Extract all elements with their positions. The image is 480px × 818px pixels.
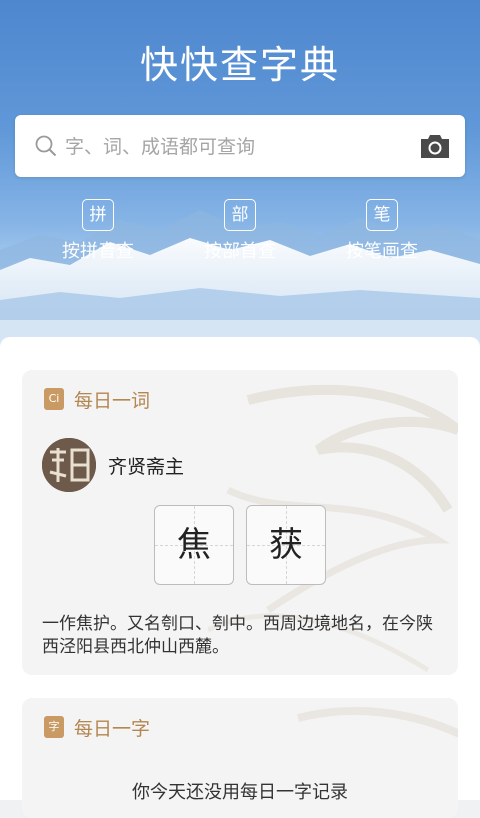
daily-char-empty-text: 你今天还没用每日一字记录 <box>132 782 348 803</box>
app-title: 快快查字典 <box>139 43 340 87</box>
stroke-badge: 笔 <box>366 199 398 231</box>
search-icon <box>35 135 57 157</box>
stroke-lookup-button[interactable]: 笔 按笔画查 <box>332 199 432 263</box>
zi-icon: 字 <box>44 716 64 738</box>
author-row[interactable]: 齐贤斋主 <box>42 438 184 492</box>
pinyin-label: 按拼音查 <box>62 241 134 262</box>
stroke-label: 按笔画查 <box>346 241 418 262</box>
daily-word-header: Ci 每日一词 <box>44 386 150 412</box>
char-box-2[interactable]: 获 <box>246 505 326 585</box>
char-box-1[interactable]: 焦 <box>154 505 234 585</box>
lookup-modes: 拼 按拼音查 部 按部首查 笔 按笔画查 <box>0 199 480 269</box>
word-characters: 焦 获 <box>154 505 338 585</box>
hero-banner: 快快查字典 拼 按拼音查 部 按部首查 笔 按笔画查 <box>0 0 480 360</box>
author-avatar[interactable] <box>42 438 96 492</box>
pinyin-lookup-button[interactable]: 拼 按拼音查 <box>48 199 148 263</box>
radical-badge: 部 <box>224 199 256 231</box>
pinyin-badge: 拼 <box>82 199 114 231</box>
daily-char-header: 字 每日一字 <box>44 714 150 740</box>
camera-icon[interactable] <box>419 132 451 160</box>
content-panel: Ci 每日一词 齐贤斋主 焦 获 一作焦护。又名刳口、刳中。西周边境地名，在今陕… <box>0 337 480 818</box>
char-2: 获 <box>269 525 303 565</box>
search-bar[interactable] <box>15 115 465 177</box>
author-name: 齐贤斋主 <box>108 455 185 478</box>
ci-icon: Ci <box>44 388 64 410</box>
calligraphy-avatar-icon <box>42 438 96 492</box>
daily-char-card[interactable]: 字 每日一字 你今天还没用每日一字记录 <box>22 698 458 818</box>
radical-lookup-button[interactable]: 部 按部首查 <box>190 199 290 263</box>
daily-char-title: 每日一字 <box>74 717 151 740</box>
word-description: 一作焦护。又名刳口、刳中。西周边境地名，在今陕西泾阳县西北仲山西麓。 <box>42 614 433 657</box>
char-1: 焦 <box>177 525 211 565</box>
radical-label: 按部首查 <box>204 241 276 262</box>
search-input[interactable] <box>63 131 407 163</box>
daily-word-title: 每日一词 <box>74 389 151 412</box>
daily-word-card[interactable]: Ci 每日一词 齐贤斋主 焦 获 一作焦护。又名刳口、刳中。西周边境地名，在今陕… <box>22 370 458 675</box>
